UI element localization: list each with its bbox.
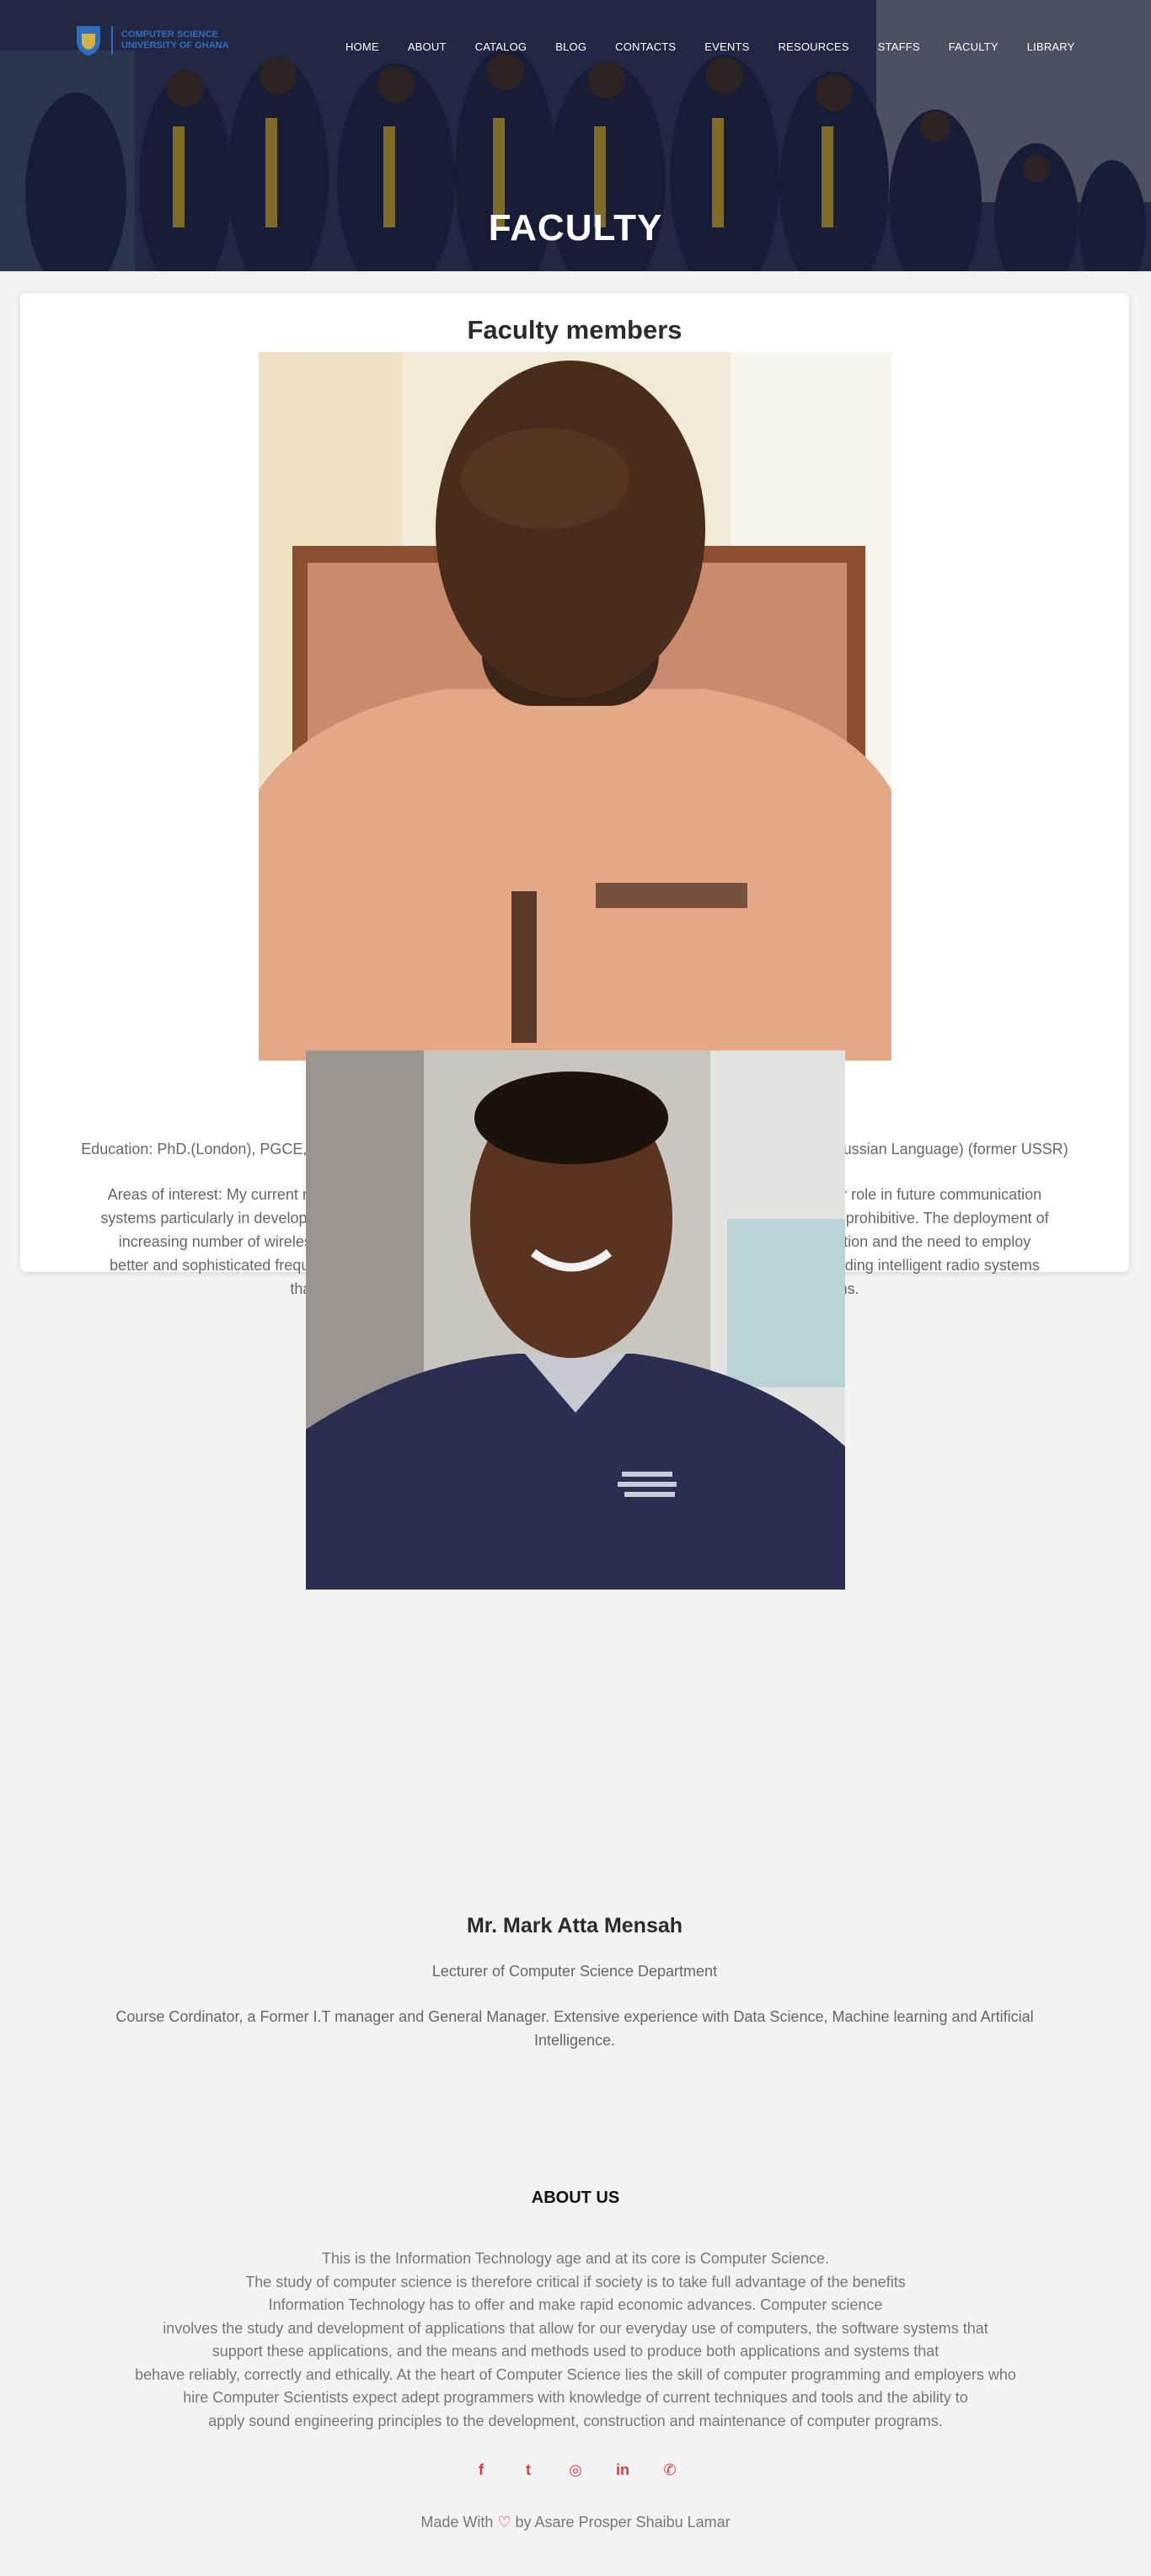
site-logo[interactable]: COMPUTER SCIENCE UNIVERSITY OF GHANA: [74, 24, 229, 57]
nav-home[interactable]: HOME: [345, 40, 393, 53]
logo-line-2: UNIVERSITY OF GHANA: [121, 40, 229, 51]
nav-resources[interactable]: RESOURCES: [764, 40, 864, 53]
made-with-author: by Asare Prosper Shaibu Lamar: [515, 2514, 731, 2531]
member-bio-line: Intelligence.: [533, 2032, 616, 2049]
member-bio-line: Course Cordinator, a Former I.T manager …: [115, 2008, 1034, 2025]
about-line: The study of computer science is therefo…: [245, 2273, 906, 2290]
about-line: This is the Information Technology age a…: [322, 2250, 829, 2267]
made-with-prefix: Made With: [420, 2514, 494, 2531]
about-line: Information Technology has to offer and …: [268, 2296, 883, 2313]
linkedin-icon[interactable]: in: [614, 2461, 631, 2478]
hero-banner: COMPUTER SCIENCE UNIVERSITY OF GHANA HOM…: [0, 0, 1151, 271]
member-name: Mr. Mark Atta Mensah: [466, 1914, 683, 1937]
main-nav: HOME ABOUT CATALOG BLOG CONTACTS EVENTS …: [345, 40, 1089, 53]
social-links: f t ◎ in ✆: [0, 2461, 1151, 2478]
faculty-heading: Faculty members: [467, 315, 683, 345]
about-line: support these applications, and the mean…: [211, 2343, 940, 2360]
facebook-icon[interactable]: f: [473, 2461, 490, 2478]
nav-blog[interactable]: BLOG: [541, 40, 601, 53]
nav-library[interactable]: LIBRARY: [1013, 40, 1089, 53]
page-title: FACULTY: [488, 207, 663, 249]
nav-staffs[interactable]: STAFFS: [864, 40, 934, 53]
crest-icon: [77, 26, 100, 56]
nav-catalog[interactable]: CATALOG: [461, 40, 542, 53]
logo-divider: [111, 26, 113, 55]
logo-text: COMPUTER SCIENCE UNIVERSITY OF GHANA: [121, 29, 229, 51]
made-with-credit: Made With ♡ by Asare Prosper Shaibu Lama…: [0, 2514, 1151, 2531]
about-line: involves the study and development of ap…: [163, 2319, 988, 2337]
logo-line-1: COMPUTER SCIENCE: [121, 29, 218, 40]
nav-faculty[interactable]: FACULTY: [934, 40, 1013, 53]
whatsapp-icon[interactable]: ✆: [661, 2461, 678, 2478]
about-line: hire Computer Scientists expect adept pr…: [183, 2389, 968, 2406]
heart-icon: ♡: [497, 2514, 511, 2531]
member-photo-katsriku: [259, 352, 891, 1061]
about-text: This is the Information Technology age a…: [67, 2247, 1084, 2433]
instagram-icon[interactable]: ◎: [567, 2461, 584, 2478]
nav-about[interactable]: ABOUT: [393, 40, 461, 53]
twitter-icon[interactable]: t: [520, 2461, 537, 2478]
about-line: apply sound engineering principles to th…: [208, 2412, 943, 2429]
member-role: Lecturer of Computer Science Department: [431, 1963, 718, 1980]
about-title: ABOUT US: [531, 2189, 620, 2207]
member-bio: Course Cordinator, a Former I.T manager …: [54, 2005, 1095, 2052]
nav-contacts[interactable]: CONTACTS: [601, 40, 690, 53]
faculty-card: Faculty members Dr. Ferdinand Apietu Kat…: [20, 293, 1129, 2049]
member-photo-mensah: [306, 1050, 845, 1590]
about-line: behave reliably, correctly and ethically…: [135, 2365, 1016, 2383]
nav-events[interactable]: EVENTS: [690, 40, 763, 53]
